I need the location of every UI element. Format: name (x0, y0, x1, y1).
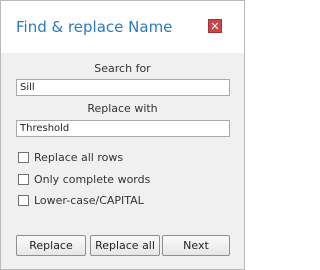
replace-button[interactable]: Replace (16, 235, 86, 256)
find-replace-dialog: Find & replace Name ✕ Search for Replace… (0, 0, 245, 270)
only-complete-words-label: Only complete words (34, 173, 151, 186)
lower-case-capital-checkbox[interactable] (18, 195, 29, 206)
replace-all-rows-label: Replace all rows (34, 151, 124, 164)
close-icon: ✕ (210, 20, 220, 33)
dialog-title-bar: Find & replace Name ✕ (1, 1, 244, 53)
replace-all-button[interactable]: Replace all (90, 235, 160, 256)
dialog-title: Find & replace Name (16, 18, 173, 36)
replace-with-label: Replace with (87, 102, 158, 115)
replace-all-rows-checkbox[interactable] (18, 152, 29, 163)
next-button[interactable]: Next (162, 235, 230, 256)
search-for-label: Search for (94, 62, 151, 75)
replace-input[interactable] (16, 120, 230, 137)
search-input[interactable] (16, 79, 230, 96)
lower-case-capital-label: Lower-case/CAPITAL (34, 194, 144, 207)
only-complete-words-checkbox[interactable] (18, 174, 29, 185)
close-button[interactable]: ✕ (208, 19, 222, 33)
